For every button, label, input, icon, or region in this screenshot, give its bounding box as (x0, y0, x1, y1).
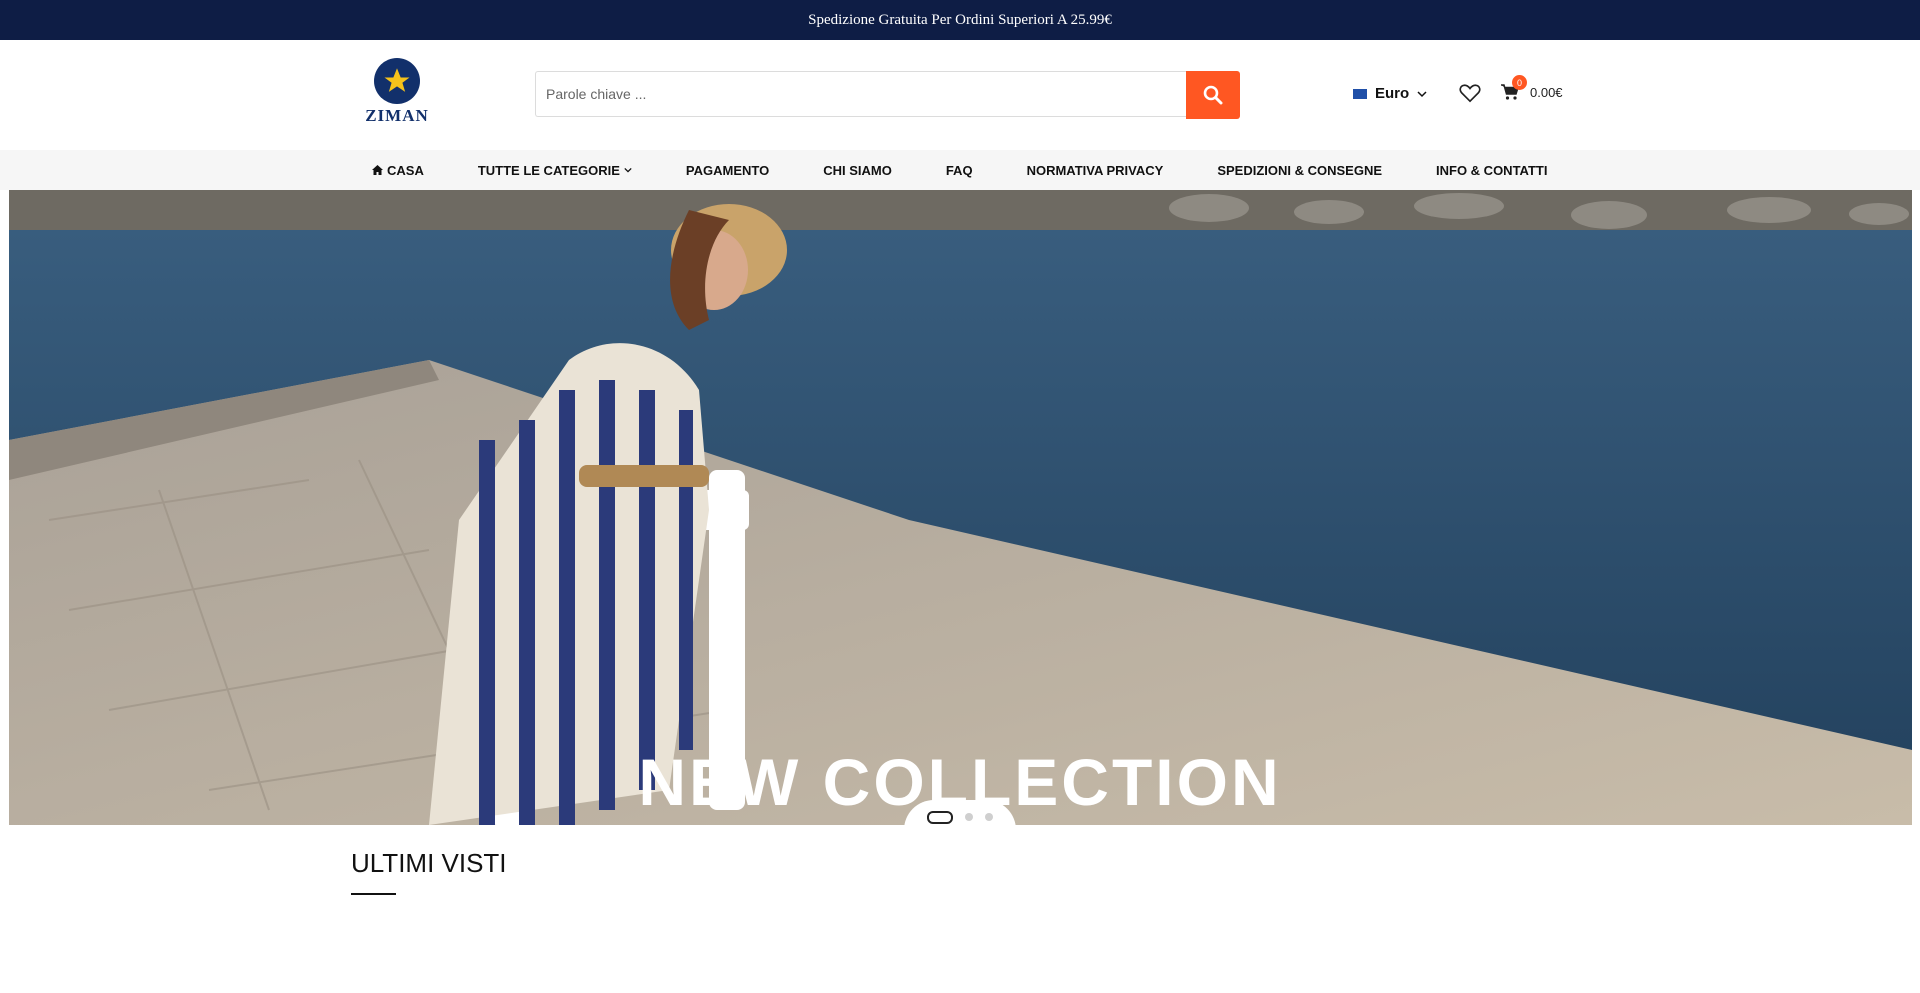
nav-item-shipping[interactable]: SPEDIZIONI & CONSEGNE (1217, 163, 1382, 178)
hero-slider[interactable]: NEW COLLECTION (9, 190, 1912, 825)
search-icon (1203, 85, 1223, 105)
currency-label: Euro (1375, 85, 1410, 102)
nav-item-label: SPEDIZIONI & CONSEGNE (1217, 162, 1383, 178)
nav-item-label: PAGAMENTO (685, 162, 770, 178)
cart-count-badge: 0 (1512, 75, 1527, 90)
logo[interactable]: ZIMAN (360, 58, 434, 126)
nav-item-categories[interactable]: TUTTE LE CATEGORIE (478, 163, 632, 178)
cart-button[interactable]: 0 0.00€ (1500, 75, 1563, 101)
slider-pagination (904, 800, 1016, 834)
nav-item-label: FAQ (945, 162, 973, 178)
nav-item-label: TUTTE LE CATEGORIE (477, 162, 620, 178)
heart-icon (1459, 84, 1481, 103)
wishlist-button[interactable] (1459, 83, 1481, 108)
slider-dot-2[interactable] (965, 813, 973, 821)
header: ZIMAN Euro 0 0.00€ (0, 40, 1920, 150)
nav-item-contacts[interactable]: INFO & CONTATTI (1436, 163, 1547, 178)
title-underline (351, 893, 396, 895)
search-button[interactable] (1186, 71, 1240, 119)
home-icon (372, 165, 383, 175)
logo-text: ZIMAN (365, 106, 429, 125)
slider-dot-3[interactable] (985, 813, 993, 821)
hero-image: NEW COLLECTION (9, 190, 1912, 825)
slider-dot-1[interactable] (927, 810, 953, 824)
chevron-down-icon (624, 167, 632, 173)
search-input[interactable] (535, 71, 1186, 117)
nav-item-label: NORMATIVA PRIVACY (1026, 162, 1164, 178)
nav-item-faq[interactable]: FAQ (946, 163, 973, 178)
star-logo-icon (374, 58, 420, 104)
chevron-down-icon (1417, 90, 1427, 97)
nav-item-payment[interactable]: PAGAMENTO (686, 163, 769, 178)
nav-item-privacy[interactable]: NORMATIVA PRIVACY (1027, 163, 1164, 178)
nav-item-casa[interactable]: CASA (372, 163, 424, 178)
announcement-bar: Spedizione Gratuita Per Ordini Superiori… (0, 0, 1920, 40)
search-bar (535, 71, 1240, 119)
eu-flag-icon (1353, 88, 1367, 99)
main-navigation: CASA TUTTE LE CATEGORIE PAGAMENTO CHI SI… (0, 150, 1920, 190)
recently-viewed-title: ULTIMI VISTI (351, 848, 507, 878)
announcement-text: Spedizione Gratuita Per Ordini Superiori… (808, 11, 1112, 28)
nav-item-label: CASA (387, 162, 424, 178)
nav-item-label: CHI SIAMO (823, 162, 892, 178)
currency-selector[interactable]: Euro (1353, 85, 1427, 102)
nav-item-label: INFO & CONTATTI (1436, 162, 1548, 178)
cart-total: 0.00€ (1530, 84, 1563, 100)
nav-item-about[interactable]: CHI SIAMO (823, 163, 892, 178)
